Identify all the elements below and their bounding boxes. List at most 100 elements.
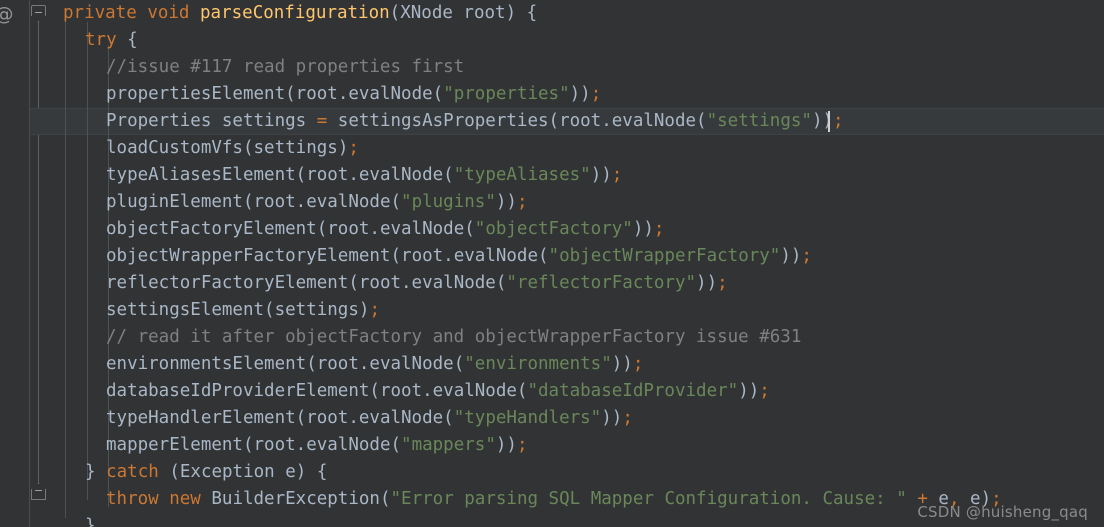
code-token: ; — [759, 381, 770, 401]
code-token: ( — [242, 192, 254, 212]
code-line[interactable]: objectWrapperFactoryElement(root.evalNod… — [106, 243, 812, 270]
fold-collapse-marker-bottom[interactable] — [31, 483, 46, 500]
code-line[interactable]: objectFactoryElement(root.evalNode("obje… — [106, 216, 664, 243]
code-token: ( — [443, 165, 454, 185]
code-token: Exception e — [179, 462, 296, 482]
code-token: ) — [505, 3, 517, 23]
code-line[interactable]: propertiesElement(root.evalNode("propert… — [106, 81, 601, 108]
code-line[interactable]: pluginElement(root.evalNode("plugins")); — [106, 189, 527, 216]
code-token: ; — [801, 246, 812, 266]
code-token: )) — [601, 408, 623, 428]
code-token: ; — [717, 273, 728, 293]
code-token: ( — [264, 300, 275, 320]
code-token: ( — [285, 84, 296, 104]
code-token: ( — [389, 3, 401, 23]
at-annotation-icon[interactable]: @ — [0, 3, 15, 25]
code-token: ; — [369, 300, 380, 320]
code-line[interactable]: Properties settings = settingsAsProperti… — [106, 108, 844, 135]
code-token: } — [85, 462, 96, 482]
code-line[interactable]: } — [85, 513, 96, 527]
code-token: )) — [738, 381, 760, 401]
code-token: ( — [453, 354, 465, 374]
code-token: root.evalNode — [253, 192, 391, 212]
code-line[interactable]: //issue #117 read properties first — [106, 54, 464, 81]
code-editor[interactable]: @ private void parseConfiguration (XNode … — [0, 0, 1104, 527]
code-token: ( — [242, 435, 254, 455]
code-token: ( — [295, 408, 307, 428]
code-token: ( — [538, 246, 549, 266]
code-token: ; — [622, 408, 633, 428]
code-token: ( — [516, 381, 528, 401]
code-token: reflectorFactoryElement — [106, 273, 349, 293]
code-token: ( — [316, 219, 328, 239]
code-token: { — [127, 30, 138, 50]
code-line[interactable]: typeHandlerElement(root.evalNode("typeHa… — [106, 405, 633, 432]
fold-collapse-marker-top[interactable] — [31, 5, 46, 22]
code-token: )) — [590, 165, 612, 185]
code-token: "reflectorFactory" — [506, 273, 697, 293]
code-line[interactable]: // read it after objectFactory and objec… — [106, 324, 801, 351]
code-token: settings — [274, 300, 359, 320]
code-token: = — [316, 111, 328, 131]
code-token: ; — [516, 192, 528, 212]
code-line[interactable]: typeAliasesElement(root.evalNode("typeAl… — [106, 162, 622, 189]
code-line[interactable]: settingsElement(settings); — [106, 297, 380, 324]
code-token: ; — [653, 219, 665, 239]
code-token: } — [85, 516, 96, 527]
code-token: { — [316, 462, 328, 482]
code-token: void — [147, 3, 190, 23]
code-token: pluginElement — [106, 192, 243, 212]
code-line[interactable]: databaseIdProviderElement(root.evalNode(… — [106, 378, 770, 405]
code-token: ( — [464, 219, 475, 239]
code-token: ( — [390, 435, 402, 455]
code-token: ; — [833, 111, 844, 131]
code-token: catch — [106, 462, 159, 482]
editor-gutter[interactable]: @ — [0, 0, 30, 527]
indent-guide — [65, 18, 66, 518]
code-token: "typeAliases" — [453, 165, 591, 185]
code-text-area[interactable]: private void parseConfiguration (XNode ro… — [48, 0, 1104, 527]
code-token: "objectFactory" — [474, 219, 633, 239]
code-token: { — [526, 3, 538, 23]
code-line[interactable]: private void parseConfiguration(XNode ro… — [63, 0, 537, 27]
code-line[interactable]: reflectorFactoryElement(root.evalNode("r… — [106, 270, 728, 297]
code-token: objectWrapperFactoryElement — [106, 246, 391, 266]
code-token: parseConfiguration — [200, 3, 390, 23]
code-token: )) — [495, 435, 517, 455]
code-token: "settings" — [706, 111, 812, 131]
code-token: root.evalNode — [327, 219, 465, 239]
indent-guide — [87, 22, 88, 500]
code-token: loadCustomVfs — [106, 138, 243, 158]
code-token: root.evalNode — [295, 84, 433, 104]
code-token: )) — [632, 219, 654, 239]
code-folding-column[interactable] — [30, 0, 48, 527]
code-token: settings — [253, 138, 338, 158]
code-line[interactable]: throw new BuilderException("Error parsin… — [106, 486, 1002, 513]
code-token: ; — [516, 435, 528, 455]
code-line[interactable]: try { — [85, 27, 138, 54]
code-token: ( — [242, 138, 254, 158]
text-caret — [828, 111, 830, 132]
code-line[interactable]: environmentsElement(root.evalNode("envir… — [106, 351, 643, 378]
code-token: settingsElement — [106, 300, 265, 320]
watermark-label: CSDN @huisheng_qaq — [917, 503, 1088, 521]
code-token: ( — [443, 408, 454, 428]
code-token: )) — [611, 354, 633, 374]
code-line[interactable]: loadCustomVfs(settings); — [106, 135, 359, 162]
code-token: root.evalNode — [316, 354, 454, 374]
code-token: "typeHandlers" — [453, 408, 602, 428]
code-line[interactable]: } catch (Exception e) { — [85, 459, 327, 486]
code-token: typeHandlerElement — [106, 408, 296, 428]
code-token: )) — [696, 273, 718, 293]
code-line[interactable]: mapperElement(root.evalNode("mappers")); — [106, 432, 527, 459]
code-token: objectFactoryElement — [106, 219, 317, 239]
code-token: databaseIdProviderElement — [106, 381, 370, 401]
code-token: )) — [495, 192, 517, 212]
code-token: ( — [295, 165, 307, 185]
